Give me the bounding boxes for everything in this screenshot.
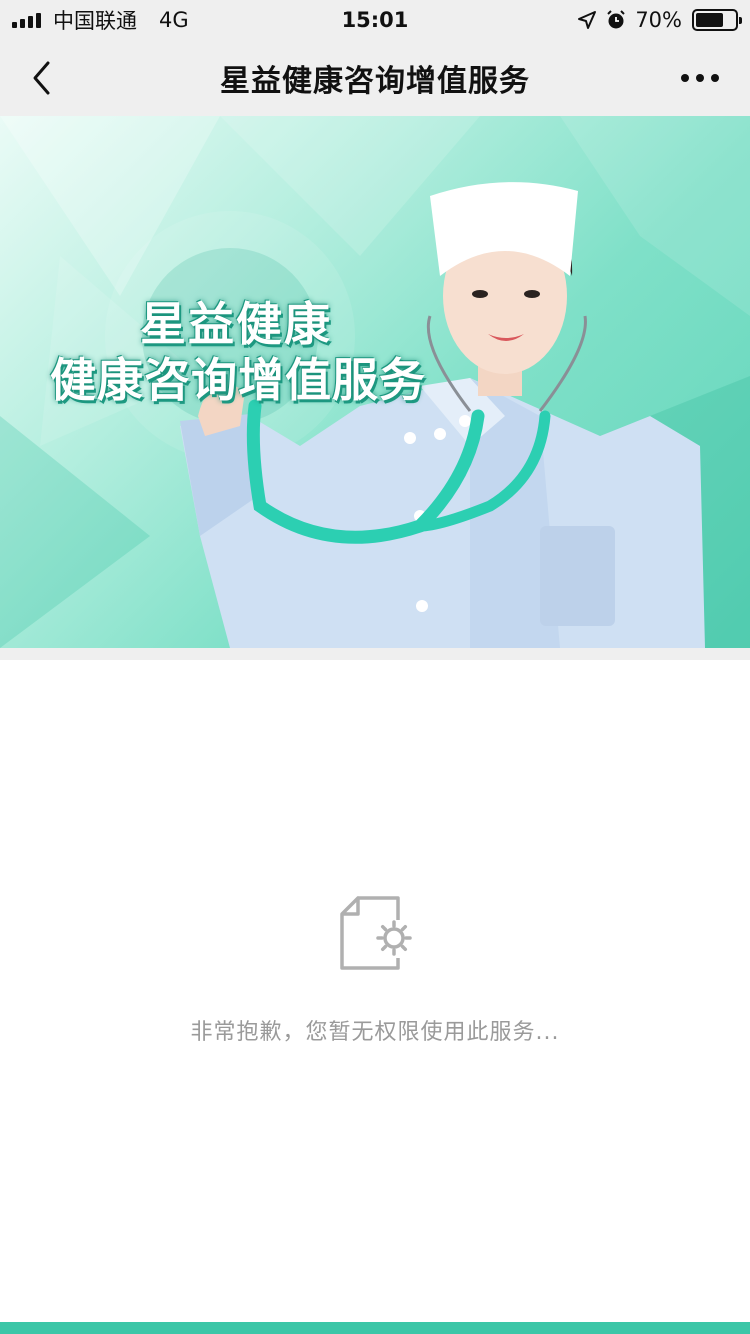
battery-fill	[696, 13, 723, 27]
signal-strength-icon	[12, 12, 41, 28]
status-left: 中国联通 4G	[12, 5, 189, 35]
nav-bar: 星益健康咨询增值服务	[0, 40, 750, 116]
status-bar: 中国联通 4G 15:01 70%	[0, 0, 750, 40]
network-type: 4G	[159, 8, 189, 32]
bottom-accent-bar	[0, 1322, 750, 1334]
carrier-label: 中国联通	[53, 9, 137, 33]
status-right: 70%	[577, 8, 742, 32]
alarm-clock-icon	[607, 10, 626, 29]
battery-percent: 70%	[635, 8, 682, 32]
more-options-button[interactable]	[672, 54, 728, 102]
promo-banner: 星益健康 健康咨询增值服务	[0, 116, 750, 648]
more-dot-icon	[681, 74, 689, 82]
chevron-left-icon	[33, 61, 50, 95]
page-title: 星益健康咨询增值服务	[220, 64, 530, 99]
more-dot-icon	[711, 74, 719, 82]
document-gear-icon	[334, 892, 418, 976]
battery-icon	[692, 9, 742, 31]
back-button[interactable]	[18, 54, 66, 102]
banner-subheading: 健康咨询增值服务	[50, 353, 426, 407]
more-dot-icon	[696, 74, 704, 82]
location-arrow-icon	[578, 11, 597, 29]
no-permission-message: 非常抱歉，您暂无权限使用此服务...	[190, 1020, 560, 1045]
section-divider	[0, 648, 750, 660]
